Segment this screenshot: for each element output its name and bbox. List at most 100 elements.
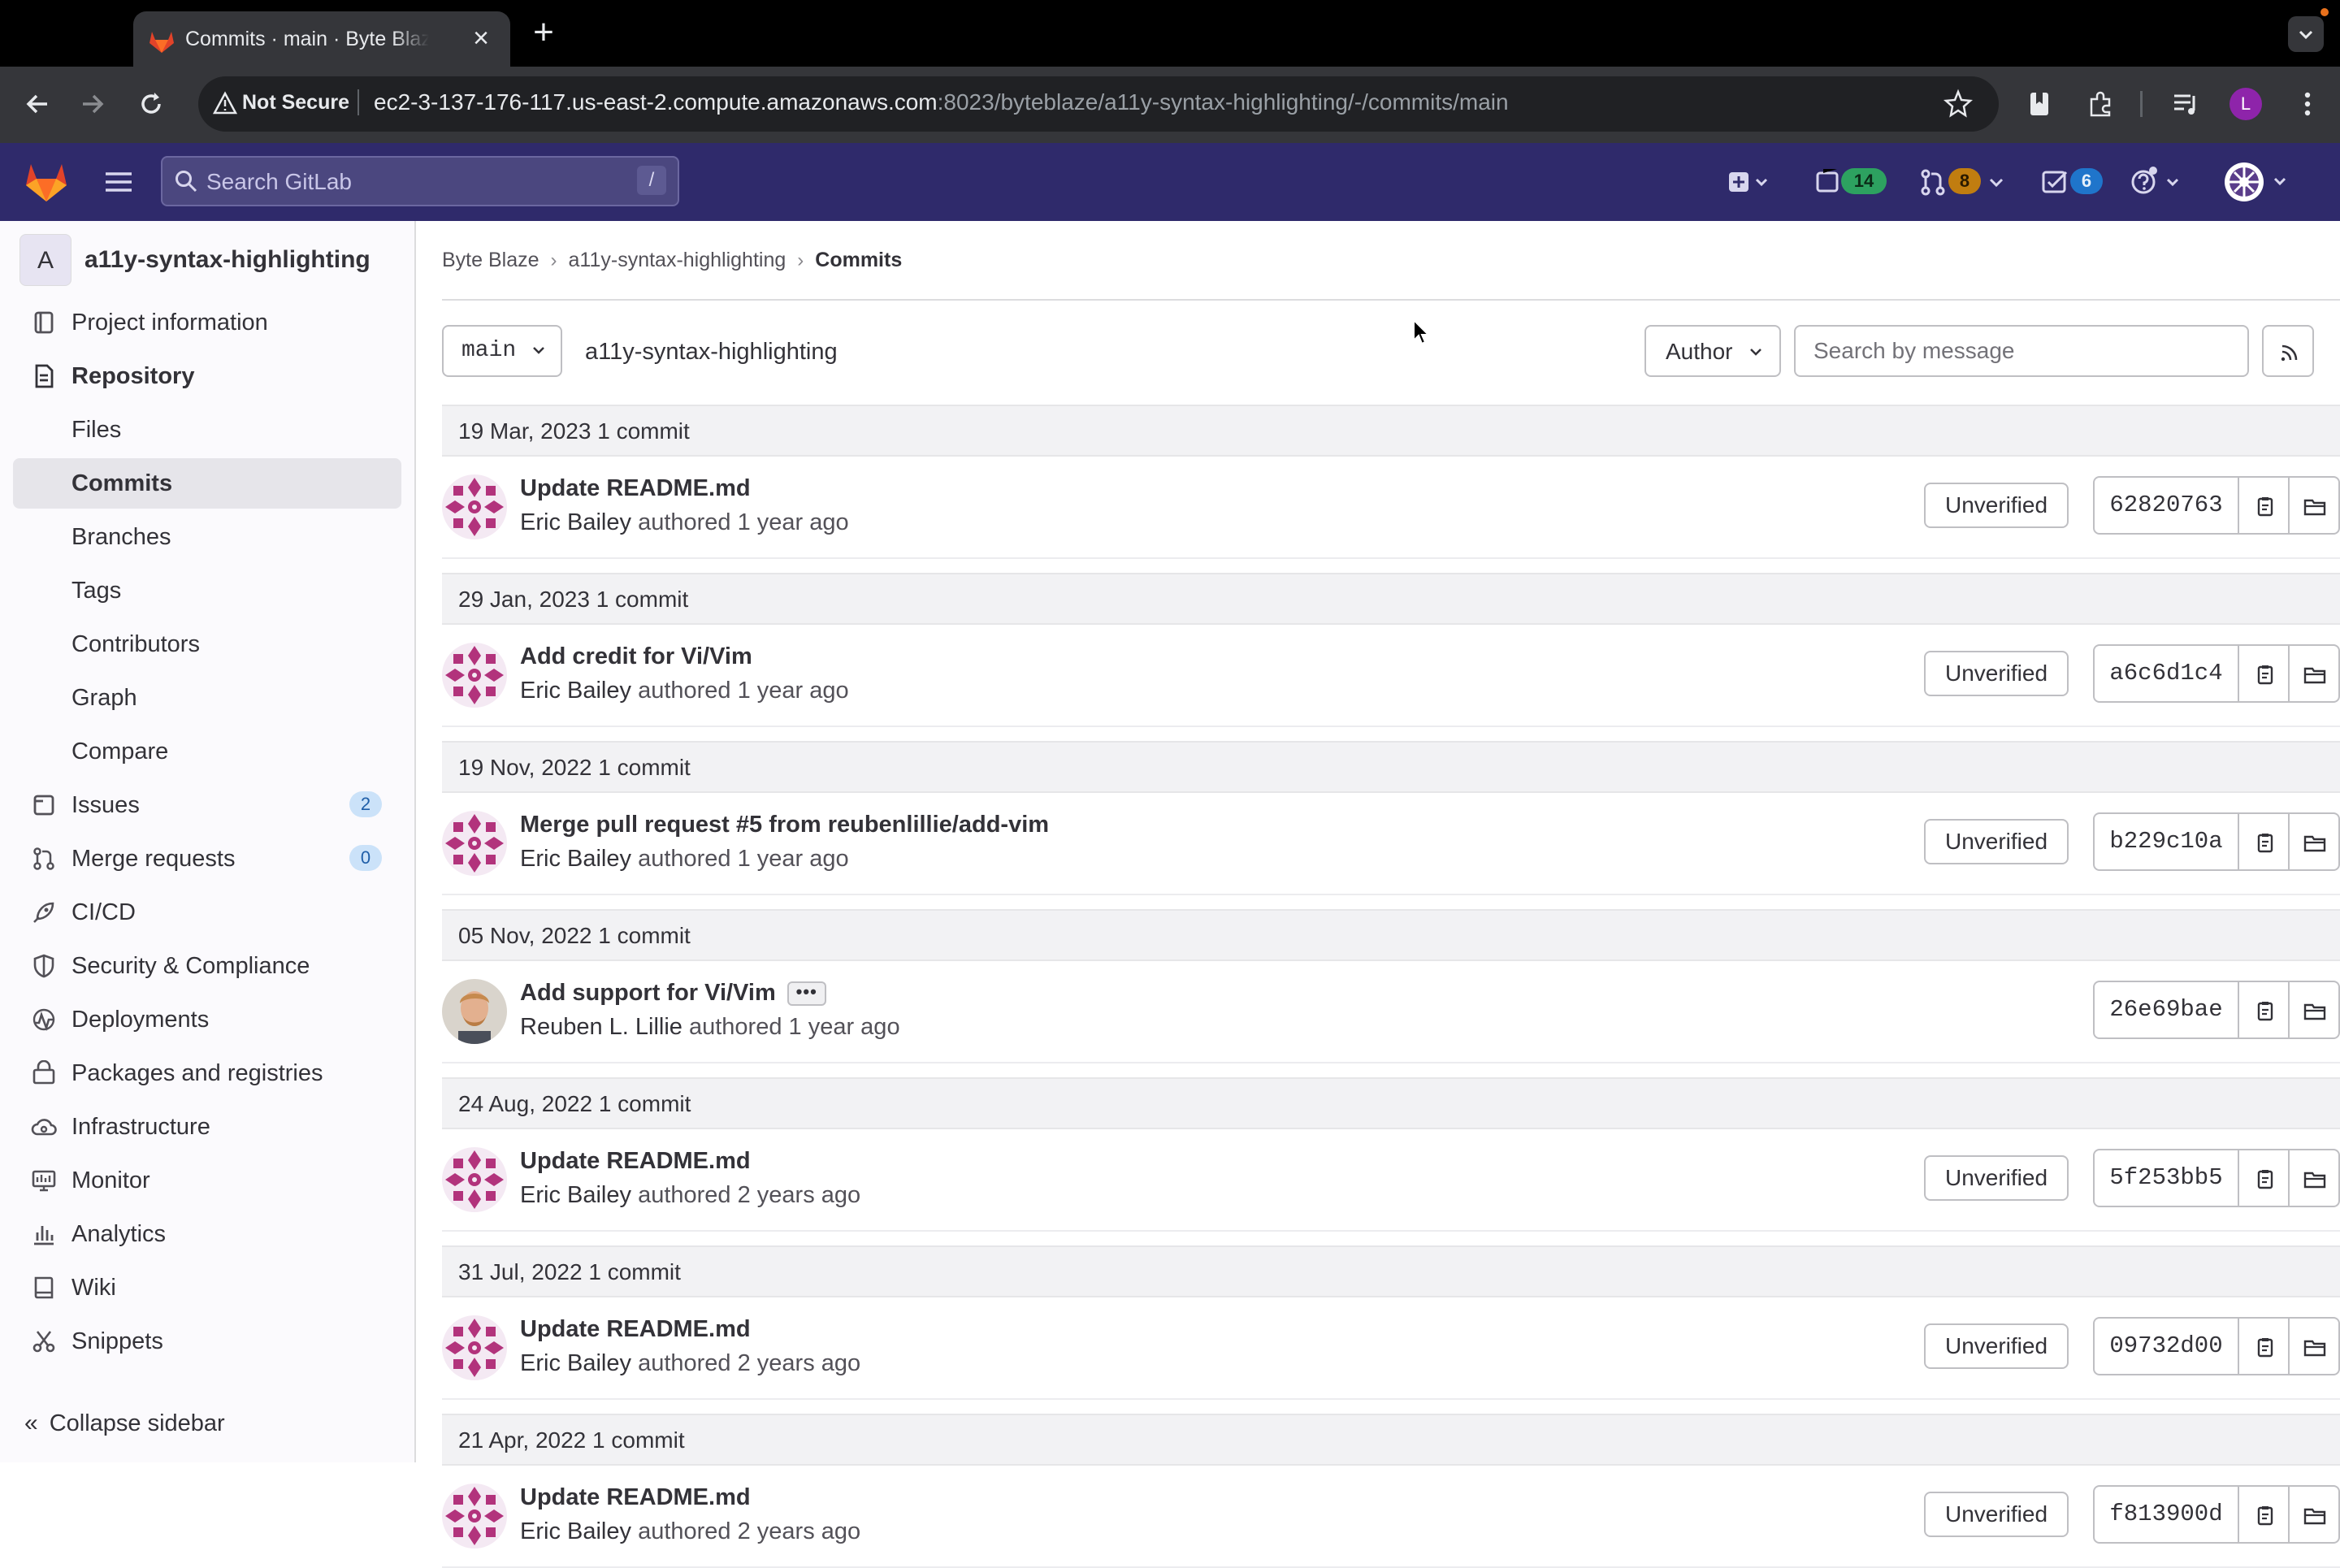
unverified-badge[interactable]: Unverified <box>1924 1155 2069 1201</box>
issues-icon[interactable] <box>1815 166 1840 198</box>
author-avatar[interactable] <box>442 1147 507 1212</box>
commit-author-link[interactable]: Eric Bailey <box>520 846 631 872</box>
commit-message-link[interactable]: Merge pull request #5 from reubenlillie/… <box>520 809 1049 840</box>
unverified-badge[interactable]: Unverified <box>1924 819 2069 864</box>
help-icon[interactable] <box>2129 166 2187 198</box>
sidebar-item-deployments[interactable]: Deployments <box>13 994 401 1045</box>
not-secure-label[interactable]: Not Secure <box>242 89 349 116</box>
sidebar-item-security-compliance[interactable]: Security & Compliance <box>13 941 401 991</box>
commit-message-link[interactable]: Update README.md <box>520 1482 751 1513</box>
project-header[interactable]: A a11y-syntax-highlighting <box>20 234 410 286</box>
commit-message-link[interactable]: Add credit for Vi/Vim <box>520 641 752 672</box>
commit-sha-link[interactable]: 5f253bb5 <box>2095 1150 2239 1206</box>
forward-arrow-icon[interactable] <box>75 86 110 122</box>
sidebar-item-merge-requests[interactable]: Merge requests 0 <box>13 834 401 884</box>
browse-files-button[interactable] <box>2290 478 2338 533</box>
copy-sha-button[interactable] <box>2239 1150 2290 1206</box>
browse-files-button[interactable] <box>2290 1319 2338 1374</box>
chevron-down-icon[interactable] <box>1986 166 2007 198</box>
collapse-sidebar-button[interactable]: « Collapse sidebar <box>24 1406 225 1441</box>
copy-sha-button[interactable] <box>2239 478 2290 533</box>
sidebar-item-snippets[interactable]: Snippets <box>13 1316 401 1367</box>
sidebar-item-compare[interactable]: Compare <box>13 726 401 777</box>
search-by-message-input[interactable] <box>1794 325 2249 377</box>
sidebar-item-ci-cd[interactable]: CI/CD <box>13 887 401 938</box>
sidebar-item-issues[interactable]: Issues 2 <box>13 780 401 830</box>
commit-sha-link[interactable]: f813900d <box>2095 1487 2239 1542</box>
repository-path-link[interactable]: a11y-syntax-highlighting <box>585 336 838 367</box>
merge-requests-icon[interactable] <box>1919 166 1947 198</box>
commit-author-link[interactable]: Reuben L. Lillie <box>520 1014 682 1040</box>
browse-files-button[interactable] <box>2290 814 2338 869</box>
commit-message-link[interactable]: Update README.md <box>520 1314 751 1345</box>
sidebar-item-packages-registries[interactable]: Packages and registries <box>13 1048 401 1098</box>
sidebar-item-graph[interactable]: Graph <box>13 673 401 723</box>
sidebar-item-branches[interactable]: Branches <box>13 512 401 562</box>
copy-sha-button[interactable] <box>2239 1319 2290 1374</box>
bookmark-star-icon[interactable] <box>1942 88 1974 120</box>
author-filter-dropdown[interactable]: Author <box>1644 325 1781 377</box>
author-avatar[interactable] <box>442 811 507 876</box>
expand-description-button[interactable]: ••• <box>786 981 826 1007</box>
commit-sha-link[interactable]: 62820763 <box>2095 478 2239 533</box>
browser-tab-active[interactable]: Commits · main · Byte Blaze / a11y-synta… <box>133 11 510 67</box>
sidebar-item-repository[interactable]: Repository <box>13 351 401 401</box>
commit-sha-link[interactable]: a6c6d1c4 <box>2095 646 2239 701</box>
commit-sha-link[interactable]: 09732d00 <box>2095 1319 2239 1374</box>
copy-sha-button[interactable] <box>2239 1487 2290 1542</box>
sidebar-item-tags[interactable]: Tags <box>13 565 401 616</box>
commit-author-link[interactable]: Eric Bailey <box>520 1350 631 1376</box>
commit-author-link[interactable]: Eric Bailey <box>520 1182 631 1208</box>
breadcrumb-project-link[interactable]: a11y-syntax-highlighting <box>569 249 786 271</box>
sidebar-item-analytics[interactable]: Analytics <box>13 1209 401 1259</box>
extension-bookmark-icon[interactable] <box>2023 88 2056 120</box>
commit-sha-link[interactable]: 26e69bae <box>2095 982 2239 1037</box>
profile-avatar[interactable]: L <box>2230 88 2262 120</box>
browse-files-button[interactable] <box>2290 646 2338 701</box>
branch-selector-dropdown[interactable]: main <box>442 325 562 377</box>
author-avatar[interactable] <box>442 474 507 539</box>
sidebar-item-monitor[interactable]: Monitor <box>13 1155 401 1206</box>
author-avatar[interactable] <box>442 1315 507 1380</box>
unverified-badge[interactable]: Unverified <box>1924 1323 2069 1369</box>
commit-message-link[interactable]: Update README.md <box>520 1146 751 1176</box>
browse-files-button[interactable] <box>2290 1150 2338 1206</box>
unverified-badge[interactable]: Unverified <box>1924 483 2069 528</box>
rss-feed-button[interactable] <box>2262 325 2314 377</box>
media-control-icon[interactable] <box>2169 88 2202 120</box>
gitlab-logo-icon[interactable] <box>24 161 68 203</box>
sidebar-item-files[interactable]: Files <box>13 405 401 455</box>
browse-files-button[interactable] <box>2290 1487 2338 1542</box>
extensions-puzzle-icon[interactable] <box>2085 88 2117 120</box>
breadcrumb-current[interactable]: Commits <box>815 249 902 271</box>
commit-author-link[interactable]: Eric Bailey <box>520 509 631 535</box>
browse-files-button[interactable] <box>2290 982 2338 1037</box>
unverified-badge[interactable]: Unverified <box>1924 651 2069 696</box>
menu-hamburger-icon[interactable] <box>102 167 135 197</box>
new-tab-icon[interactable]: + <box>525 15 562 52</box>
author-avatar[interactable] <box>442 979 507 1044</box>
close-tab-icon[interactable]: × <box>466 24 496 54</box>
browser-menu-icon[interactable] <box>2291 88 2324 120</box>
reload-icon[interactable] <box>133 86 169 122</box>
commit-author-link[interactable]: Eric Bailey <box>520 678 631 704</box>
tab-search-chevron-icon[interactable] <box>2288 16 2324 52</box>
url-text[interactable]: ec2-3-137-176-117.us-east-2.compute.amaz… <box>374 87 1509 118</box>
copy-sha-button[interactable] <box>2239 982 2290 1037</box>
copy-sha-button[interactable] <box>2239 814 2290 869</box>
back-arrow-icon[interactable] <box>20 86 55 122</box>
copy-sha-button[interactable] <box>2239 646 2290 701</box>
commit-sha-link[interactable]: b229c10a <box>2095 814 2239 869</box>
sidebar-item-commits[interactable]: Commits <box>13 458 401 509</box>
author-avatar[interactable] <box>442 643 507 708</box>
create-new-icon[interactable] <box>1726 166 1773 198</box>
author-avatar[interactable] <box>442 1484 507 1549</box>
sidebar-item-wiki[interactable]: Wiki <box>13 1263 401 1313</box>
breadcrumb-group-link[interactable]: Byte Blaze <box>442 249 540 271</box>
commit-author-link[interactable]: Eric Bailey <box>520 1518 631 1544</box>
todo-icon[interactable] <box>2041 166 2069 198</box>
sidebar-item-infrastructure[interactable]: Infrastructure <box>13 1102 401 1152</box>
sidebar-item-contributors[interactable]: Contributors <box>13 619 401 669</box>
sidebar-item-project-information[interactable]: Project information <box>13 297 401 348</box>
gitlab-search-input[interactable]: Search GitLab / <box>161 156 679 206</box>
